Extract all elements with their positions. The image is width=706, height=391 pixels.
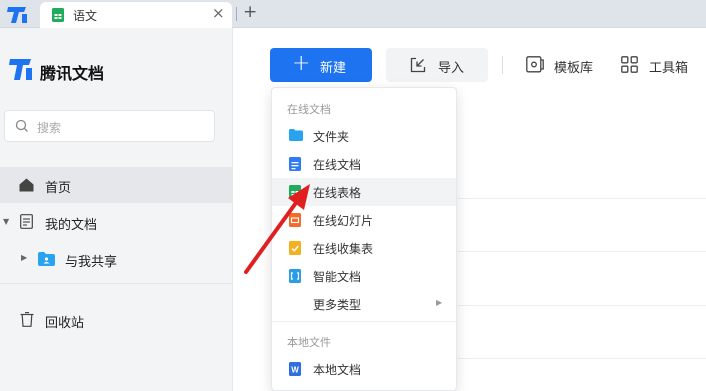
tab-title: 语文 bbox=[73, 9, 98, 23]
menu-item-more-types[interactable]: 更多类型 ▶ bbox=[272, 290, 456, 318]
divider bbox=[0, 283, 233, 284]
sidebar-item-label: 我的文档 bbox=[45, 218, 98, 233]
menu-item-label: 在线收集表 bbox=[313, 242, 374, 256]
document-icon bbox=[20, 214, 33, 229]
doc-icon bbox=[289, 157, 301, 171]
menu-item-label: 本地文档 bbox=[313, 363, 362, 377]
list-divider bbox=[458, 251, 706, 252]
trash-icon bbox=[20, 312, 34, 327]
brand-name: 腾讯文档 bbox=[40, 64, 105, 83]
import-icon bbox=[410, 57, 426, 73]
import-button[interactable]: 导入 bbox=[386, 48, 488, 82]
toolbar-divider bbox=[502, 56, 503, 74]
tencent-docs-logo-icon bbox=[9, 59, 32, 80]
template-library-button[interactable]: 模板库 bbox=[526, 48, 596, 82]
tab-divider bbox=[236, 7, 237, 21]
menu-item-label: 文件夹 bbox=[313, 130, 350, 144]
menu-item-label: 在线幻灯片 bbox=[313, 214, 374, 228]
menu-divider bbox=[272, 321, 456, 322]
menu-item-local-doc[interactable]: W 本地文档 bbox=[272, 355, 456, 383]
chevron-down-icon[interactable]: ▼ bbox=[3, 217, 9, 226]
sidebar-item-label: 首页 bbox=[45, 181, 72, 196]
tab-document[interactable]: 语文 × bbox=[40, 2, 232, 28]
menu-item-folder[interactable]: 文件夹 bbox=[272, 122, 456, 150]
template-icon bbox=[526, 56, 544, 73]
close-icon[interactable]: × bbox=[212, 4, 225, 22]
plus-icon: + bbox=[292, 51, 311, 76]
sidebar: 腾讯文档 搜索 首页 ▼ 我的文档 ▶ 与我共享 回收站 bbox=[0, 28, 233, 391]
home-icon bbox=[19, 178, 34, 192]
menu-item-label: 更多类型 bbox=[313, 298, 362, 312]
menu-group-online: 在线文档 bbox=[287, 103, 331, 116]
template-library-label: 模板库 bbox=[554, 61, 594, 76]
tab-bar: 语文 × + bbox=[0, 0, 706, 28]
menu-item-label: 在线表格 bbox=[313, 186, 362, 200]
menu-group-local: 本地文件 bbox=[287, 336, 331, 349]
grid-icon bbox=[621, 56, 638, 73]
search-icon bbox=[15, 119, 28, 132]
sidebar-item-trash[interactable]: 回收站 bbox=[0, 302, 233, 338]
menu-item-label: 在线文档 bbox=[313, 158, 362, 172]
sidebar-item-label: 回收站 bbox=[45, 316, 85, 331]
new-button[interactable]: + 新建 bbox=[270, 48, 372, 82]
add-tab-icon[interactable]: + bbox=[243, 2, 257, 22]
search-placeholder: 搜索 bbox=[37, 121, 62, 135]
chevron-right-icon: ▶ bbox=[436, 298, 443, 307]
import-button-label: 导入 bbox=[438, 61, 465, 76]
sidebar-item-label: 与我共享 bbox=[65, 255, 118, 270]
list-divider bbox=[458, 305, 706, 306]
word-icon: W bbox=[289, 362, 301, 376]
toolbox-button[interactable]: 工具箱 bbox=[621, 48, 696, 82]
sidebar-item-shared[interactable]: ▶ 与我共享 bbox=[0, 241, 233, 277]
sidebar-item-my-docs[interactable]: ▼ 我的文档 bbox=[0, 204, 233, 240]
folder-icon bbox=[289, 129, 303, 141]
sheet-icon bbox=[52, 8, 64, 22]
chevron-right-icon[interactable]: ▶ bbox=[21, 253, 27, 262]
menu-item-online-doc[interactable]: 在线文档 bbox=[272, 150, 456, 178]
toolbox-label: 工具箱 bbox=[649, 61, 689, 76]
search-input[interactable]: 搜索 bbox=[4, 110, 215, 142]
shared-folder-icon bbox=[38, 252, 55, 266]
list-divider bbox=[458, 198, 706, 199]
sidebar-item-home[interactable]: 首页 bbox=[0, 167, 233, 203]
list-divider bbox=[458, 358, 706, 359]
tencent-docs-logo-icon[interactable] bbox=[6, 3, 30, 25]
new-button-label: 新建 bbox=[320, 61, 347, 76]
annotation-arrow-icon bbox=[244, 184, 310, 274]
menu-item-label: 智能文档 bbox=[313, 270, 362, 284]
svg-text:W: W bbox=[291, 366, 299, 375]
